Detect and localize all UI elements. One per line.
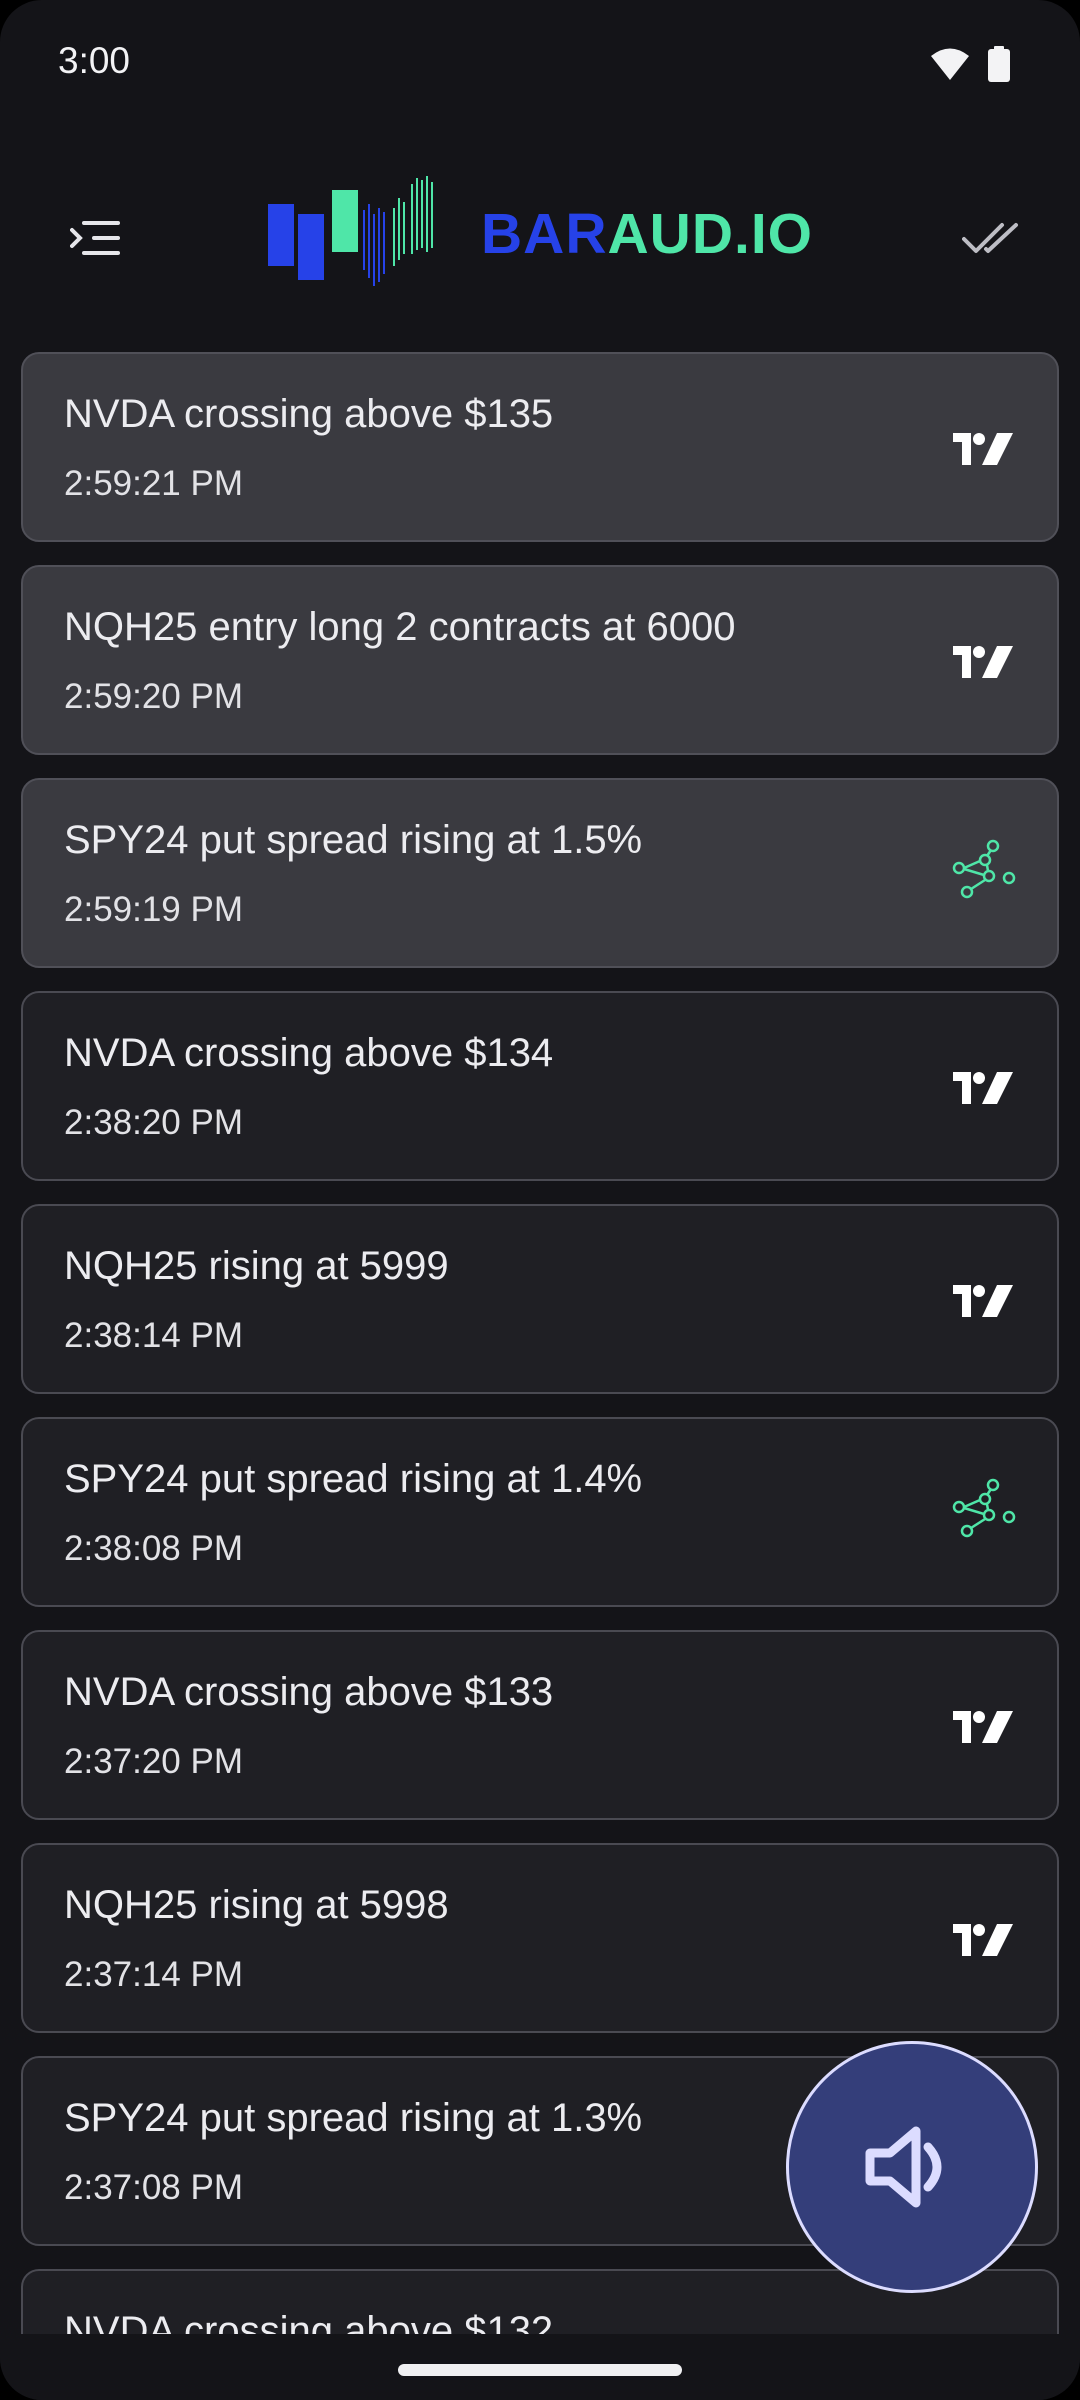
screen: 3:00 BARAUD.IO NVDA crossing above $135 … [0,0,1080,2400]
alert-time: 2:59:20 PM [64,677,243,716]
alert-time: 2:38:20 PM [64,1103,243,1142]
alert-title: SPY24 put spread rising at 1.4% [64,1457,643,1501]
app-bar: BARAUD.IO [0,160,1080,310]
node-graph-icon [951,1477,1017,1543]
battery-icon [988,46,1010,82]
alert-list[interactable]: NVDA crossing above $135 2:59:21 PM NQH25 … [21,352,1059,2334]
alert-time: 2:37:08 PM [64,2168,243,2207]
alert-title: SPY24 put spread rising at 1.5% [64,818,643,862]
status-time: 3:00 [58,40,131,81]
alert-title: NVDA crossing above $133 [64,1670,554,1714]
logo-bars-icon [268,176,433,286]
alert-time: 2:37:20 PM [64,1742,243,1781]
double-check-icon [962,223,1018,253]
sound-toggle-button[interactable] [786,2041,1038,2293]
alert-card[interactable]: NVDA crossing above $135 2:59:21 PM [21,352,1059,542]
logo-text-aud: AUD.IO [607,202,813,266]
alert-title: NQH25 rising at 5998 [64,1883,449,1927]
alert-time: 2:38:08 PM [64,1529,243,1568]
tradingview-icon [951,1068,1017,1108]
alert-card[interactable]: NQH25 entry long 2 contracts at 6000 2:59… [21,565,1059,755]
alert-card[interactable]: NQH25 rising at 5998 2:37:14 PM [21,1843,1059,2033]
navigation-bar [0,2334,1080,2400]
speaker-icon [865,2126,942,2208]
logo-text-bar: BAR [481,202,608,266]
alert-title: NQH25 rising at 5999 [64,1244,449,1288]
tradingview-icon [951,429,1017,469]
logo-text: BARAUD.IO [481,201,813,267]
tradingview-icon [951,642,1017,682]
tradingview-icon [951,1281,1017,1321]
alert-title: NQH25 entry long 2 contracts at 6000 [64,605,736,649]
tradingview-icon [951,1707,1017,1747]
alert-time: 2:59:19 PM [64,890,243,929]
alert-card[interactable]: NVDA crossing above $133 2:37:20 PM [21,1630,1059,1820]
alert-title: NVDA crossing above $134 [64,1031,554,1075]
alert-title: NVDA crossing above $135 [64,392,554,436]
wifi-icon [931,48,969,80]
alert-title: SPY24 put spread rising at 1.3% [64,2096,643,2140]
status-bar: 3:00 [0,0,1080,130]
mark-all-read-button[interactable] [954,208,1028,268]
menu-button[interactable] [58,210,132,266]
alert-card[interactable]: NQH25 rising at 5999 2:38:14 PM [21,1204,1059,1394]
alert-time: 2:59:21 PM [64,464,243,503]
alert-title: NVDA crossing above $132 [64,2309,554,2334]
menu-open-icon [70,221,120,255]
alert-time: 2:37:14 PM [64,1955,243,1994]
node-graph-icon [951,838,1017,904]
alert-card[interactable]: SPY24 put spread rising at 1.5% 2:59:19 P… [21,778,1059,968]
home-gesture-handle[interactable] [398,2364,682,2376]
app-logo: BARAUD.IO [266,174,813,294]
tradingview-icon [951,1920,1017,1960]
alert-card[interactable]: SPY24 put spread rising at 1.4% 2:38:08 P… [21,1417,1059,1607]
alert-card[interactable]: NVDA crossing above $134 2:38:20 PM [21,991,1059,1181]
alert-time: 2:38:14 PM [64,1316,243,1355]
status-icons [930,46,1010,82]
